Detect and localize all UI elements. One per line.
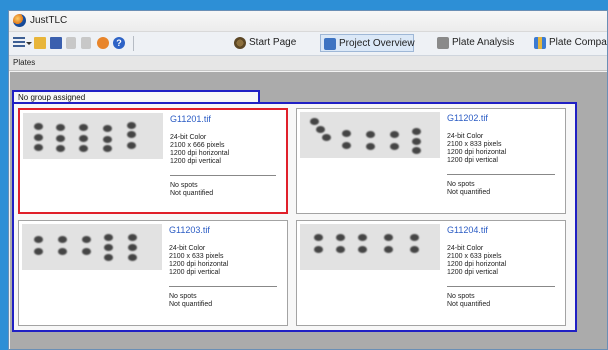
chevron-down-icon[interactable] — [26, 42, 32, 45]
plate-comparison-label: Plate Compariso — [549, 37, 607, 48]
plate-dpi-vertical: 1200 dpi vertical — [169, 269, 220, 276]
plate-filename: G11202.tif — [447, 113, 488, 123]
project-overview-icon — [324, 38, 336, 50]
divider — [170, 175, 276, 176]
plate-dpi-vertical: 1200 dpi vertical — [447, 269, 498, 276]
plate-spots-status: No spots — [447, 181, 475, 188]
list-icon[interactable] — [13, 37, 25, 49]
plate-card-g11202[interactable]: G11202.tif 24-bit Color 2100 x 833 pixel… — [296, 108, 566, 214]
window-title: JustTLC — [30, 15, 68, 26]
plates-panel-header: Plates — [9, 56, 607, 71]
start-page-label: Start Page — [249, 37, 297, 48]
group-label: No group assigned — [18, 93, 86, 102]
folder-icon[interactable] — [34, 37, 46, 49]
plate-dimensions: 2100 x 633 pixels — [169, 253, 224, 260]
plate-color-depth: 24-bit Color — [170, 134, 207, 141]
divider — [447, 286, 555, 287]
plate-dpi-horizontal: 1200 dpi horizontal — [447, 261, 507, 268]
plate-dpi-horizontal: 1200 dpi horizontal — [447, 149, 507, 156]
plate-card-g11201[interactable]: G11201.tif 24-bit Color 2100 x 666 pixel… — [18, 108, 288, 214]
plate-comparison-icon — [534, 37, 546, 49]
plate-group-box: G11201.tif 24-bit Color 2100 x 666 pixel… — [12, 102, 577, 332]
plate-color-depth: 24-bit Color — [169, 245, 206, 252]
plate-card-g11204[interactable]: G11204.tif 24-bit Color 2100 x 633 pixel… — [296, 220, 566, 326]
plate-color-depth: 24-bit Color — [447, 133, 484, 140]
title-bar: JustTLC — [9, 11, 607, 32]
start-page-button[interactable]: Start Page — [231, 34, 321, 52]
plate-thumbnail — [22, 224, 162, 270]
plate-spots-status: No spots — [169, 293, 197, 300]
plate-card-g11203[interactable]: G11203.tif 24-bit Color 2100 x 633 pixel… — [18, 220, 288, 326]
redo-icon[interactable] — [81, 37, 91, 49]
project-overview-button[interactable]: Project Overview — [320, 34, 415, 52]
plate-thumbnail — [300, 224, 440, 270]
divider — [169, 286, 277, 287]
plates-panel-title: Plates — [13, 58, 36, 67]
project-overview-label: Project Overview — [339, 38, 415, 49]
plate-analysis-label: Plate Analysis — [452, 37, 515, 48]
save-icon[interactable] — [50, 37, 62, 49]
plate-analysis-button[interactable]: Plate Analysis — [434, 34, 526, 52]
plate-dpi-vertical: 1200 dpi vertical — [447, 157, 498, 164]
plate-color-depth: 24-bit Color — [447, 245, 484, 252]
plate-dpi-horizontal: 1200 dpi horizontal — [169, 261, 229, 268]
plate-dimensions: 2100 x 633 pixels — [447, 253, 502, 260]
start-page-icon — [234, 37, 246, 49]
plate-spots-status: No spots — [447, 293, 475, 300]
plate-dimensions: 2100 x 666 pixels — [170, 142, 225, 149]
plate-quant-status: Not quantified — [447, 301, 491, 308]
plate-dpi-horizontal: 1200 dpi horizontal — [170, 150, 230, 157]
plate-analysis-icon — [437, 37, 449, 49]
plate-filename: G11203.tif — [169, 225, 210, 235]
plate-dpi-vertical: 1200 dpi vertical — [170, 158, 221, 165]
toolbar-separator — [133, 36, 134, 51]
plate-thumbnail — [23, 113, 163, 159]
plate-quant-status: Not quantified — [447, 189, 491, 196]
plate-filename: G11201.tif — [170, 114, 211, 124]
plate-dimensions: 2100 x 833 pixels — [447, 141, 502, 148]
plate-quant-status: Not quantified — [169, 301, 213, 308]
plates-content-area: No group assigned G11201.tif 24-bit Colo… — [10, 72, 607, 349]
plate-comparison-button[interactable]: Plate Compariso — [531, 34, 607, 52]
plate-thumbnail — [300, 112, 440, 158]
app-window: JustTLC ? Start Page Project Overview Pl… — [8, 10, 608, 350]
app-icon — [13, 14, 26, 27]
plate-filename: G11204.tif — [447, 225, 488, 235]
plate-spots-status: No spots — [170, 182, 198, 189]
undo-icon[interactable] — [66, 37, 76, 49]
divider — [447, 174, 555, 175]
run-icon[interactable] — [97, 37, 109, 49]
plate-quant-status: Not quantified — [170, 190, 214, 197]
toolbar: ? Start Page Project Overview Plate Anal… — [9, 32, 607, 56]
help-icon[interactable]: ? — [113, 37, 125, 49]
